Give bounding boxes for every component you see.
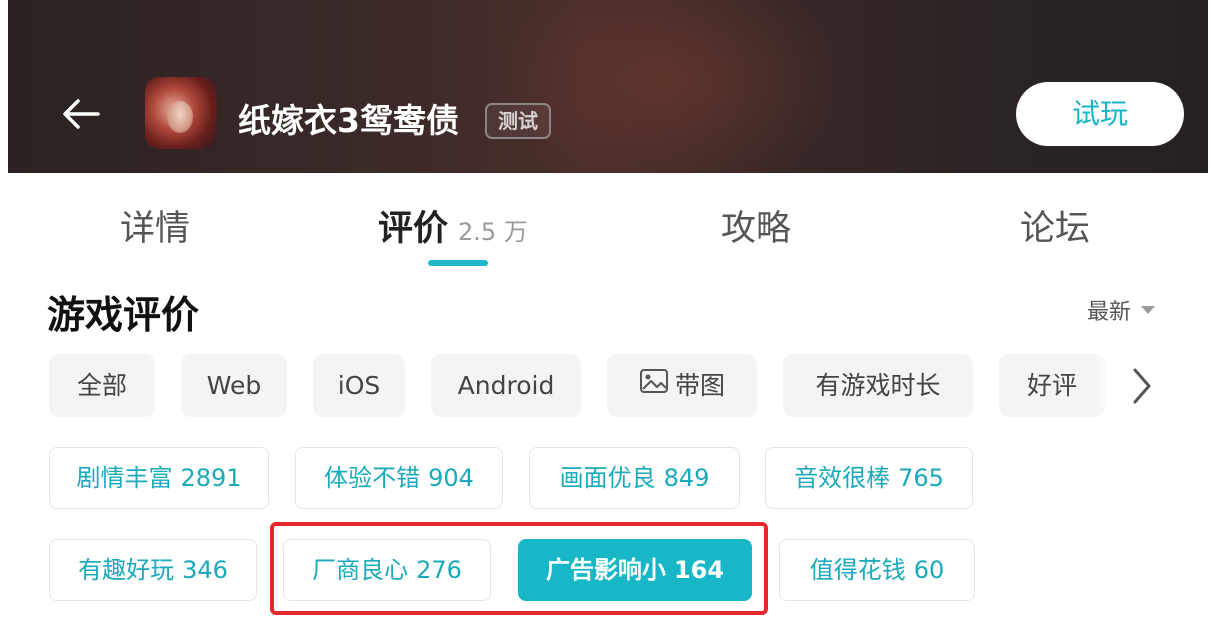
tag-label: 画面优良 [559, 464, 656, 492]
filter-web[interactable]: Web [181, 354, 287, 417]
tag-label: 体验不错 [324, 464, 421, 492]
tag-fun[interactable]: 有趣好玩 346 [49, 539, 257, 601]
tab-guides-label: 攻略 [721, 209, 792, 249]
back-button[interactable] [58, 92, 106, 136]
filter-with-image-label: 带图 [674, 371, 725, 400]
filter-with-image[interactable]: 带图 [607, 354, 757, 417]
tab-reviews-label: 评价 [378, 209, 449, 249]
game-icon [145, 77, 217, 149]
tag-label: 值得花钱 [809, 556, 906, 584]
active-tab-indicator [428, 260, 488, 266]
tag-worth-money[interactable]: 值得花钱 60 [779, 539, 975, 601]
tag-count: 904 [428, 464, 474, 492]
tag-label: 剧情丰富 [76, 464, 173, 492]
tag-count: 849 [663, 464, 710, 492]
tab-forum[interactable]: 论坛 [1020, 200, 1090, 251]
filter-ios[interactable]: iOS [313, 354, 405, 417]
sort-dropdown[interactable]: 最新 [1087, 294, 1156, 326]
tag-good-experience[interactable]: 体验不错 904 [295, 447, 503, 509]
tab-reviews-count: 2.5 万 [458, 218, 528, 246]
filter-android[interactable]: Android [431, 354, 581, 417]
sort-caret-icon [1141, 306, 1156, 314]
game-header: 纸嫁衣3鸳鸯债 测试 试玩 [8, 0, 1208, 173]
tab-details-label: 详情 [120, 209, 191, 249]
image-icon [639, 354, 669, 417]
tag-label: 音效很棒 [794, 464, 891, 492]
trial-play-button[interactable]: 试玩 [1016, 82, 1184, 146]
tag-label: 有趣好玩 [78, 556, 175, 584]
section-title: 游戏评价 [47, 293, 200, 337]
back-arrow-icon [63, 99, 100, 129]
filter-has-playtime[interactable]: 有游戏时长 [783, 354, 973, 417]
tab-reviews[interactable]: 评价 2.5 万 [378, 200, 528, 251]
tab-forum-label: 论坛 [1020, 209, 1091, 249]
tab-guides[interactable]: 攻略 [721, 200, 791, 251]
sort-label: 最新 [1087, 300, 1132, 325]
tag-count: 346 [182, 556, 228, 584]
tag-rich-story[interactable]: 剧情丰富 2891 [49, 447, 269, 509]
tag-count: 60 [913, 556, 945, 584]
tab-details[interactable]: 详情 [120, 200, 190, 251]
game-title: 纸嫁衣3鸳鸯债 [238, 101, 459, 140]
filter-scroll-right-button[interactable] [1127, 366, 1157, 406]
tag-great-sound[interactable]: 音效很棒 765 [765, 447, 973, 509]
tag-count: 765 [898, 464, 944, 492]
highlight-box [270, 522, 768, 615]
filter-all[interactable]: 全部 [49, 354, 155, 417]
test-badge: 测试 [485, 103, 551, 139]
tag-count: 2891 [180, 464, 242, 492]
tag-good-graphics[interactable]: 画面优良 849 [529, 447, 740, 509]
chevron-right-icon [1133, 368, 1151, 404]
